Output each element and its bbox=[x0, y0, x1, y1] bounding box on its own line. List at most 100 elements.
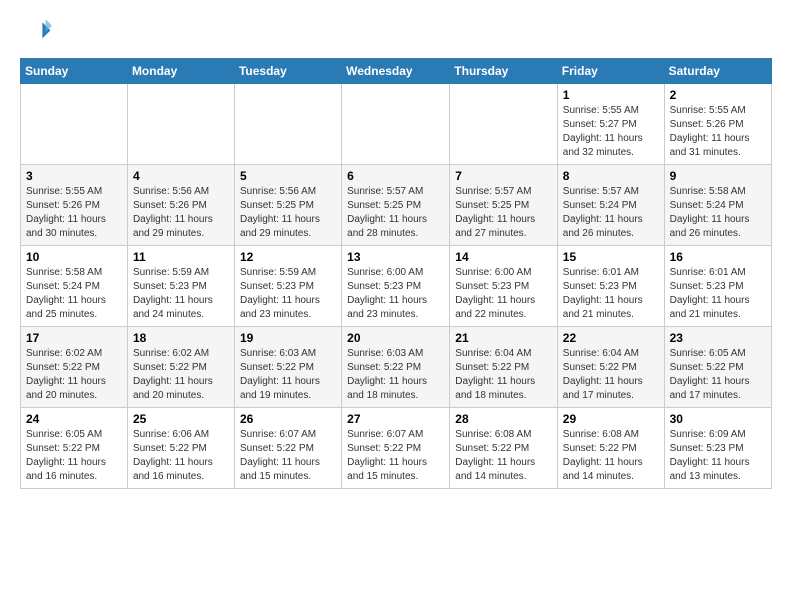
day-info: Sunrise: 6:08 AM Sunset: 5:22 PM Dayligh… bbox=[455, 428, 552, 484]
weekday-wednesday: Wednesday bbox=[342, 59, 450, 84]
day-info: Sunrise: 5:55 AM Sunset: 5:26 PM Dayligh… bbox=[26, 185, 122, 241]
day-cell: 8 Sunrise: 5:57 AM Sunset: 5:24 PM Daylig… bbox=[557, 165, 664, 246]
day-cell: 11 Sunrise: 5:59 AM Sunset: 5:23 PM Dayli… bbox=[127, 246, 234, 327]
day-info: Sunrise: 5:56 AM Sunset: 5:26 PM Dayligh… bbox=[133, 185, 229, 241]
day-info: Sunrise: 6:02 AM Sunset: 5:22 PM Dayligh… bbox=[133, 347, 229, 403]
logo bbox=[20, 16, 56, 48]
day-info: Sunrise: 6:03 AM Sunset: 5:22 PM Dayligh… bbox=[347, 347, 444, 403]
logo-icon bbox=[20, 16, 52, 48]
day-cell: 13 Sunrise: 6:00 AM Sunset: 5:23 PM Dayli… bbox=[342, 246, 450, 327]
day-cell: 29Sunrise: 6:08 AM Sunset: 5:22 PM Dayli… bbox=[557, 408, 664, 489]
day-info: Sunrise: 5:58 AM Sunset: 5:24 PM Dayligh… bbox=[670, 185, 766, 241]
day-info: Sunrise: 5:55 AM Sunset: 5:27 PM Dayligh… bbox=[563, 104, 659, 160]
day-info: Sunrise: 6:09 AM Sunset: 5:23 PM Dayligh… bbox=[670, 428, 766, 484]
day-info: Sunrise: 6:03 AM Sunset: 5:22 PM Dayligh… bbox=[240, 347, 336, 403]
day-info: Sunrise: 6:01 AM Sunset: 5:23 PM Dayligh… bbox=[670, 266, 766, 322]
day-number: 24 bbox=[26, 412, 122, 426]
day-number: 25 bbox=[133, 412, 229, 426]
header bbox=[20, 16, 772, 48]
weekday-header-row: SundayMondayTuesdayWednesdayThursdayFrid… bbox=[21, 59, 772, 84]
day-number: 26 bbox=[240, 412, 336, 426]
weekday-tuesday: Tuesday bbox=[234, 59, 341, 84]
day-number: 30 bbox=[670, 412, 766, 426]
day-number: 18 bbox=[133, 331, 229, 345]
day-number: 23 bbox=[670, 331, 766, 345]
weekday-saturday: Saturday bbox=[664, 59, 771, 84]
day-cell: 30 Sunrise: 6:09 AM Sunset: 5:23 PM Dayli… bbox=[664, 408, 771, 489]
day-cell: 23 Sunrise: 6:05 AM Sunset: 5:22 PM Dayli… bbox=[664, 327, 771, 408]
day-cell: 6 Sunrise: 5:57 AM Sunset: 5:25 PM Daylig… bbox=[342, 165, 450, 246]
day-cell: 22Sunrise: 6:04 AM Sunset: 5:22 PM Dayli… bbox=[557, 327, 664, 408]
day-info: Sunrise: 6:01 AM Sunset: 5:23 PM Dayligh… bbox=[563, 266, 659, 322]
day-number: 5 bbox=[240, 169, 336, 183]
day-cell: 25 Sunrise: 6:06 AM Sunset: 5:22 PM Dayli… bbox=[127, 408, 234, 489]
day-info: Sunrise: 5:56 AM Sunset: 5:25 PM Dayligh… bbox=[240, 185, 336, 241]
day-number: 6 bbox=[347, 169, 444, 183]
day-number: 28 bbox=[455, 412, 552, 426]
day-cell: 26 Sunrise: 6:07 AM Sunset: 5:22 PM Dayli… bbox=[234, 408, 341, 489]
day-cell: 12 Sunrise: 5:59 AM Sunset: 5:23 PM Dayli… bbox=[234, 246, 341, 327]
day-number: 9 bbox=[670, 169, 766, 183]
week-row-0: 1 Sunrise: 5:55 AM Sunset: 5:27 PM Daylig… bbox=[21, 84, 772, 165]
weekday-thursday: Thursday bbox=[450, 59, 558, 84]
day-info: Sunrise: 6:08 AM Sunset: 5:22 PM Dayligh… bbox=[563, 428, 659, 484]
day-info: Sunrise: 5:59 AM Sunset: 5:23 PM Dayligh… bbox=[240, 266, 336, 322]
page: SundayMondayTuesdayWednesdayThursdayFrid… bbox=[0, 0, 792, 505]
day-cell bbox=[342, 84, 450, 165]
day-cell: 19 Sunrise: 6:03 AM Sunset: 5:22 PM Dayli… bbox=[234, 327, 341, 408]
day-info: Sunrise: 6:07 AM Sunset: 5:22 PM Dayligh… bbox=[240, 428, 336, 484]
day-number: 10 bbox=[26, 250, 122, 264]
week-row-3: 17 Sunrise: 6:02 AM Sunset: 5:22 PM Dayli… bbox=[21, 327, 772, 408]
day-info: Sunrise: 6:07 AM Sunset: 5:22 PM Dayligh… bbox=[347, 428, 444, 484]
day-cell: 14 Sunrise: 6:00 AM Sunset: 5:23 PM Dayli… bbox=[450, 246, 558, 327]
day-info: Sunrise: 5:57 AM Sunset: 5:24 PM Dayligh… bbox=[563, 185, 659, 241]
day-info: Sunrise: 6:00 AM Sunset: 5:23 PM Dayligh… bbox=[347, 266, 444, 322]
day-info: Sunrise: 6:06 AM Sunset: 5:22 PM Dayligh… bbox=[133, 428, 229, 484]
day-info: Sunrise: 5:57 AM Sunset: 5:25 PM Dayligh… bbox=[347, 185, 444, 241]
day-cell: 2Sunrise: 5:55 AM Sunset: 5:26 PM Daylig… bbox=[664, 84, 771, 165]
day-info: Sunrise: 6:02 AM Sunset: 5:22 PM Dayligh… bbox=[26, 347, 122, 403]
day-cell: 10 Sunrise: 5:58 AM Sunset: 5:24 PM Dayli… bbox=[21, 246, 128, 327]
day-cell: 18 Sunrise: 6:02 AM Sunset: 5:22 PM Dayli… bbox=[127, 327, 234, 408]
day-number: 14 bbox=[455, 250, 552, 264]
day-number: 13 bbox=[347, 250, 444, 264]
day-cell: 27 Sunrise: 6:07 AM Sunset: 5:22 PM Dayli… bbox=[342, 408, 450, 489]
week-row-4: 24 Sunrise: 6:05 AM Sunset: 5:22 PM Dayli… bbox=[21, 408, 772, 489]
day-number: 17 bbox=[26, 331, 122, 345]
day-number: 15 bbox=[563, 250, 659, 264]
day-cell: 21Sunrise: 6:04 AM Sunset: 5:22 PM Dayli… bbox=[450, 327, 558, 408]
day-number: 8 bbox=[563, 169, 659, 183]
weekday-monday: Monday bbox=[127, 59, 234, 84]
day-info: Sunrise: 5:58 AM Sunset: 5:24 PM Dayligh… bbox=[26, 266, 122, 322]
day-cell bbox=[234, 84, 341, 165]
day-cell: 4Sunrise: 5:56 AM Sunset: 5:26 PM Daylig… bbox=[127, 165, 234, 246]
day-number: 12 bbox=[240, 250, 336, 264]
day-cell bbox=[127, 84, 234, 165]
day-number: 19 bbox=[240, 331, 336, 345]
day-cell: 9 Sunrise: 5:58 AM Sunset: 5:24 PM Daylig… bbox=[664, 165, 771, 246]
day-cell: 1 Sunrise: 5:55 AM Sunset: 5:27 PM Daylig… bbox=[557, 84, 664, 165]
day-info: Sunrise: 5:59 AM Sunset: 5:23 PM Dayligh… bbox=[133, 266, 229, 322]
week-row-2: 10 Sunrise: 5:58 AM Sunset: 5:24 PM Dayli… bbox=[21, 246, 772, 327]
day-cell: 20Sunrise: 6:03 AM Sunset: 5:22 PM Dayli… bbox=[342, 327, 450, 408]
day-number: 1 bbox=[563, 88, 659, 102]
day-cell bbox=[21, 84, 128, 165]
day-info: Sunrise: 6:05 AM Sunset: 5:22 PM Dayligh… bbox=[670, 347, 766, 403]
day-number: 11 bbox=[133, 250, 229, 264]
day-cell: 7Sunrise: 5:57 AM Sunset: 5:25 PM Daylig… bbox=[450, 165, 558, 246]
day-cell bbox=[450, 84, 558, 165]
day-number: 27 bbox=[347, 412, 444, 426]
day-cell: 17 Sunrise: 6:02 AM Sunset: 5:22 PM Dayli… bbox=[21, 327, 128, 408]
day-cell: 28 Sunrise: 6:08 AM Sunset: 5:22 PM Dayli… bbox=[450, 408, 558, 489]
day-cell: 16 Sunrise: 6:01 AM Sunset: 5:23 PM Dayli… bbox=[664, 246, 771, 327]
day-number: 16 bbox=[670, 250, 766, 264]
day-cell: 5 Sunrise: 5:56 AM Sunset: 5:25 PM Daylig… bbox=[234, 165, 341, 246]
day-info: Sunrise: 6:04 AM Sunset: 5:22 PM Dayligh… bbox=[563, 347, 659, 403]
day-info: Sunrise: 5:55 AM Sunset: 5:26 PM Dayligh… bbox=[670, 104, 766, 160]
day-info: Sunrise: 6:04 AM Sunset: 5:22 PM Dayligh… bbox=[455, 347, 552, 403]
day-info: Sunrise: 6:05 AM Sunset: 5:22 PM Dayligh… bbox=[26, 428, 122, 484]
day-info: Sunrise: 6:00 AM Sunset: 5:23 PM Dayligh… bbox=[455, 266, 552, 322]
day-cell: 24 Sunrise: 6:05 AM Sunset: 5:22 PM Dayli… bbox=[21, 408, 128, 489]
week-row-1: 3Sunrise: 5:55 AM Sunset: 5:26 PM Daylig… bbox=[21, 165, 772, 246]
day-info: Sunrise: 5:57 AM Sunset: 5:25 PM Dayligh… bbox=[455, 185, 552, 241]
